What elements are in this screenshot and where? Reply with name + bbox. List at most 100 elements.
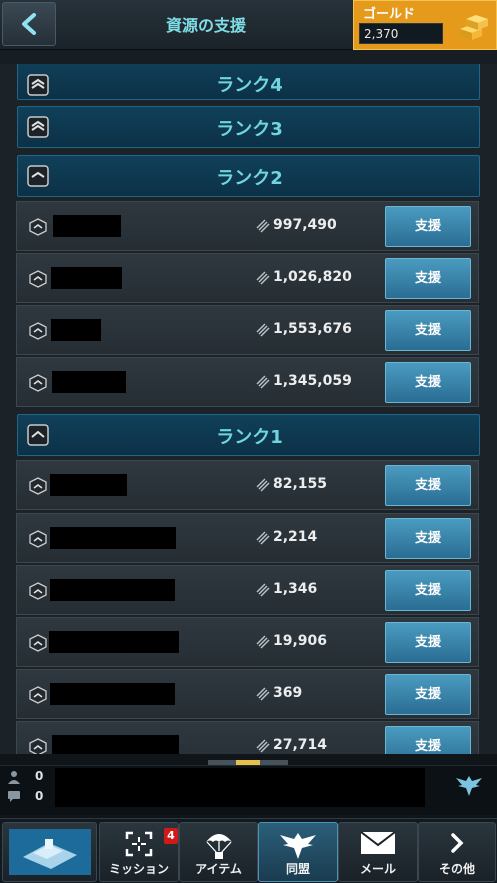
support-button[interactable]: 支援 (385, 622, 471, 663)
rank-chevron-icon (29, 374, 47, 392)
member-name-redacted (53, 215, 121, 237)
chevron-left-icon (22, 13, 36, 35)
member-row: 997,490 支援 (16, 201, 479, 251)
person-icon (8, 771, 20, 784)
member-resource-value: 1,026,820 (273, 269, 352, 285)
member-resource-value: 19,906 (273, 633, 328, 649)
rank-chevron-icon (29, 738, 47, 754)
member-row: 2,214 支援 (16, 513, 479, 563)
base-thumbnail-icon (9, 829, 91, 875)
resource-stripes-icon (256, 271, 270, 285)
resource-stripes-icon (256, 583, 270, 597)
member-name-redacted (52, 735, 179, 754)
member-row: 19,906 支援 (16, 617, 479, 667)
rank-title-1: ランク1 (216, 427, 283, 448)
support-list[interactable]: ランク4 ランク3 ランク2 997,490 支援 1,026,820 支援 1… (0, 64, 497, 754)
message-count: 0 (35, 789, 44, 803)
rank-chevron-icon (29, 322, 47, 340)
support-button[interactable]: 支援 (385, 310, 471, 351)
online-count: 0 (35, 769, 44, 783)
rank-header-4[interactable]: ランク4 (17, 64, 480, 100)
header-subline (0, 50, 497, 64)
support-button[interactable]: 支援 (385, 570, 471, 611)
parachute-icon (205, 834, 232, 859)
support-button[interactable]: 支援 (385, 258, 471, 299)
support-button[interactable]: 支援 (385, 206, 471, 247)
rank-chevron-icon (29, 530, 47, 548)
member-name-redacted (50, 474, 127, 496)
rank-chevron-icon (29, 270, 47, 288)
gold-label: ゴールド (363, 7, 416, 22)
rank-chevron-icon (29, 686, 47, 704)
rank-title-3: ランク3 (216, 119, 283, 140)
nav-label-more: その他 (438, 862, 475, 876)
crosshair-icon (125, 831, 153, 857)
member-resource-value: 2,214 (273, 529, 318, 545)
rank-header-1[interactable]: ランク1 (17, 414, 480, 456)
resource-stripes-icon (256, 219, 270, 233)
rank-header-3[interactable]: ランク3 (17, 106, 480, 148)
member-row: 1,553,676 支援 (16, 305, 479, 355)
nav-alliance[interactable]: 同盟 (258, 822, 338, 882)
resource-stripes-icon (256, 323, 270, 337)
nav-label-items: アイテム (195, 862, 242, 876)
top-bar: 資源の支援 ゴールド 2,370 (0, 0, 497, 50)
resource-stripes-icon (256, 375, 270, 389)
member-row: 27,714 支援 (16, 721, 479, 754)
member-resource-value: 1,346 (273, 581, 318, 597)
nav-label-alliance: 同盟 (285, 862, 310, 876)
member-name-redacted (49, 631, 179, 653)
nav-items[interactable]: アイテム (179, 822, 258, 882)
member-row: 1,026,820 支援 (16, 253, 479, 303)
member-row: 1,345,059 支援 (16, 357, 479, 407)
chat-message-redacted[interactable] (55, 768, 425, 807)
chat-bubble-icon (8, 791, 20, 802)
gold-panel[interactable]: ゴールド 2,370 (353, 0, 497, 50)
member-resource-value: 997,490 (273, 217, 337, 233)
gold-value-box: 2,370 (359, 23, 443, 44)
rank-chevron-icon (29, 582, 47, 600)
resource-stripes-icon (256, 739, 270, 753)
resource-stripes-icon (256, 531, 270, 545)
support-button[interactable]: 支援 (385, 674, 471, 715)
member-resource-value: 82,155 (273, 476, 328, 492)
support-button[interactable]: 支援 (385, 726, 471, 754)
member-row: 82,155 支援 (16, 460, 479, 510)
nav-mail[interactable]: メール (338, 822, 418, 882)
resource-stripes-icon (256, 687, 270, 701)
nav-more[interactable]: その他 (418, 822, 496, 882)
chat-bar[interactable]: 0 0 (0, 765, 497, 815)
page-title: 資源の支援 (165, 16, 246, 35)
member-name-redacted (51, 319, 101, 341)
member-name-redacted (50, 683, 175, 705)
rank-chevron-icon (29, 477, 47, 495)
alliance-eagle-icon (280, 833, 316, 859)
member-name-redacted (50, 579, 175, 601)
support-button[interactable]: 支援 (385, 362, 471, 403)
mission-badge: 4 (164, 828, 178, 844)
member-resource-value: 27,714 (273, 737, 328, 753)
rank-title-2: ランク2 (216, 168, 283, 189)
bottom-navigation: ミッション アイテム 同盟 メール その他 (0, 818, 497, 883)
rank-chevron-icon (29, 218, 47, 236)
member-resource-value: 1,345,059 (273, 373, 352, 389)
alliance-eagle-icon[interactable] (454, 772, 484, 798)
back-button[interactable] (2, 2, 56, 46)
nav-label-mission: ミッション (108, 862, 169, 876)
member-row: 369 支援 (16, 669, 479, 719)
resource-stripes-icon (256, 478, 270, 492)
rank-chevron-icon (29, 634, 47, 652)
nav-base[interactable] (2, 822, 97, 882)
rank-header-2[interactable]: ランク2 (17, 155, 480, 197)
chevron-right-icon (451, 833, 464, 853)
member-name-redacted (51, 267, 122, 289)
member-resource-value: 369 (273, 685, 303, 701)
member-resource-value: 1,553,676 (273, 321, 352, 337)
support-button[interactable]: 支援 (385, 518, 471, 559)
rank-title-4: ランク4 (216, 75, 283, 96)
member-row: 1,346 支援 (16, 565, 479, 615)
gold-bars-icon (460, 15, 488, 40)
support-button[interactable]: 支援 (385, 465, 471, 506)
gold-value: 2,370 (364, 27, 399, 41)
resource-stripes-icon (256, 635, 270, 649)
